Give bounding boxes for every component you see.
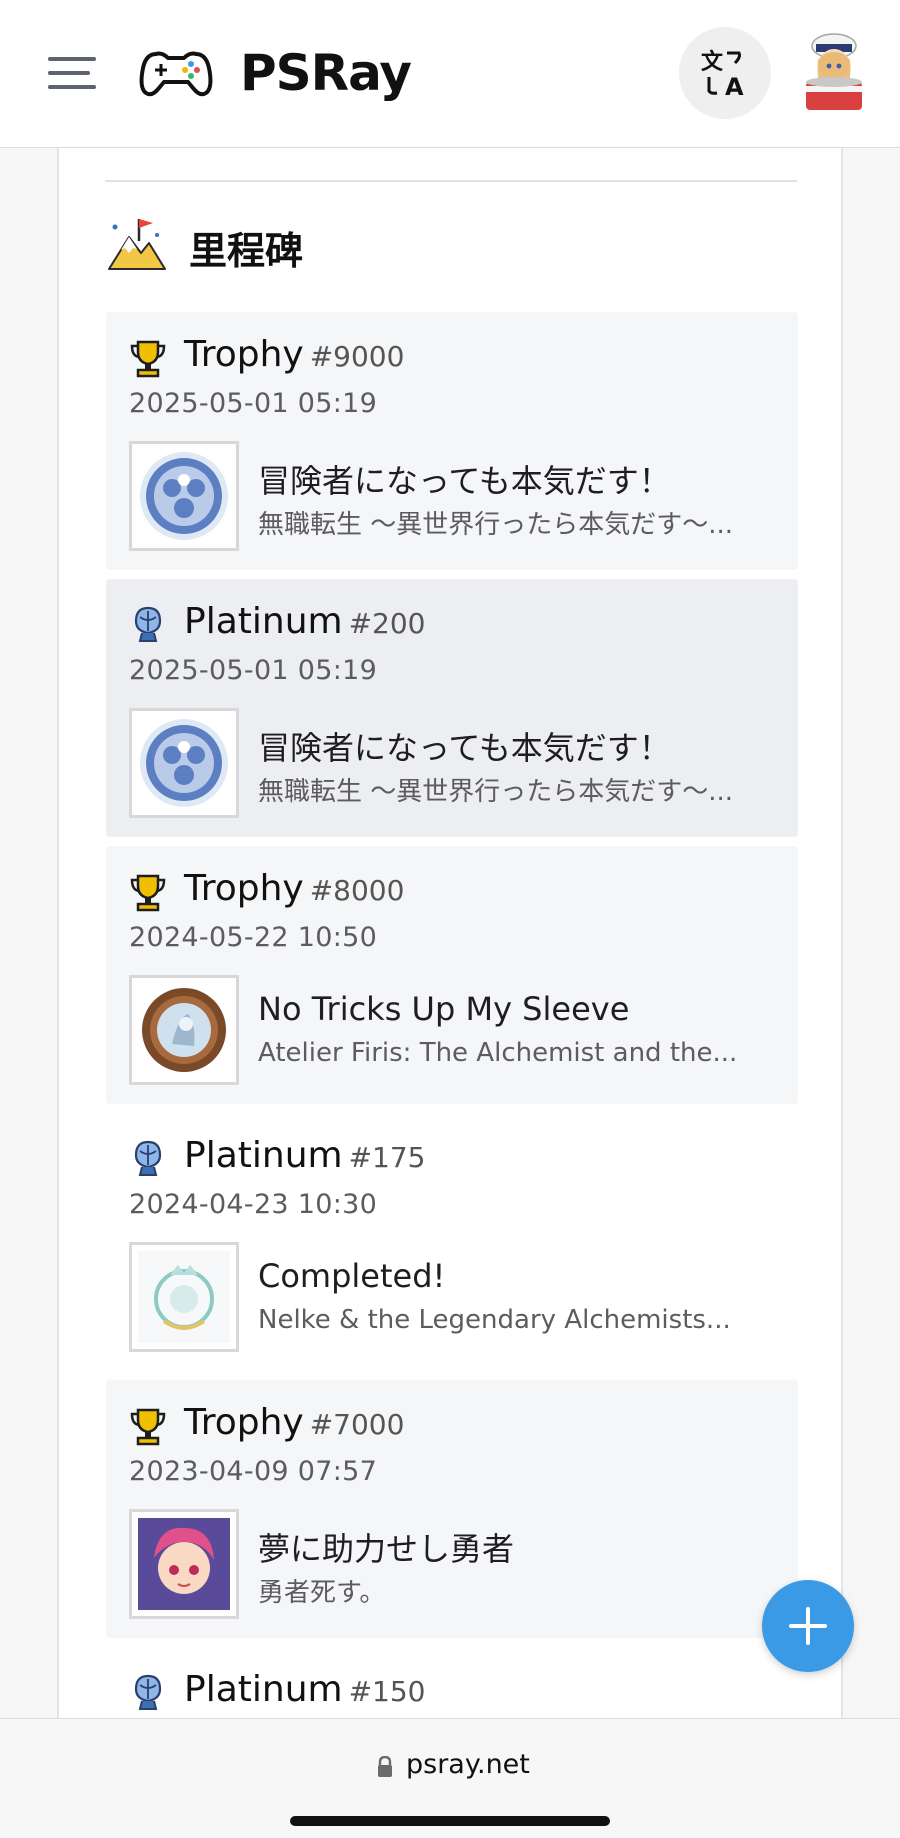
language-button[interactable]: 文 A [679,27,771,119]
gold-trophy-icon [130,340,166,378]
milestone-type: Platinum [184,1669,343,1710]
milestone-item[interactable]: Platinum #175 2024-04-23 10:30 Completed!… [106,1113,798,1371]
trophy-name: No Tricks Up My Sleeve [258,990,630,1028]
trophy-thumbnail[interactable] [129,1509,239,1619]
lock-icon [378,1756,392,1777]
milestone-date: 2025-05-01 05:19 [129,655,378,686]
milestone-number: #175 [348,1141,426,1174]
game-title: Nelke & the Legendary Alchemists... [258,1305,731,1335]
milestone-number: #8000 [309,874,405,907]
gold-trophy-icon [130,874,166,912]
milestone-item[interactable]: Platinum #200 2025-05-01 05:19 冒険者になっても本気… [106,579,798,837]
svg-text:文: 文 [701,49,724,75]
avatar[interactable] [800,30,868,114]
milestone-number: #7000 [309,1408,405,1441]
home-indicator[interactable] [290,1816,610,1826]
milestone-type: Trophy [184,868,304,909]
svg-text:A: A [725,73,744,99]
milestone-item[interactable]: Trophy #9000 2025-05-01 05:19 冒険者になっても本気だ… [106,312,798,570]
gold-trophy-icon [130,1408,166,1446]
milestone-number: #150 [348,1675,426,1708]
milestone-type: Trophy [184,334,304,375]
mountain-flag-icon [108,219,166,270]
gamepad-icon[interactable] [138,42,214,102]
add-button[interactable] [762,1580,854,1672]
platinum-trophy-icon [134,1674,162,1710]
brand-name[interactable]: PSRay [240,44,412,102]
hamburger-menu-icon[interactable] [48,55,98,91]
url-text[interactable]: psray.net [406,1749,530,1780]
trophy-name: 冒険者になっても本気だす！ [258,462,671,500]
translate-icon: 文 A [701,49,744,99]
milestones-card: 里程碑 Trophy #9000 2025-05-01 05:19 冒険者になって… [57,148,843,1718]
platinum-trophy-icon [134,606,162,642]
trophy-thumbnail[interactable] [129,975,239,1085]
section-title: 里程碑 [189,229,304,273]
top-bar: PSRay 文 A [0,0,900,148]
game-title: Atelier Firis: The Alchemist and the... [258,1038,738,1068]
milestone-item[interactable]: Trophy #7000 2023-04-09 07:57 夢に助力せし勇者 勇者… [106,1380,798,1638]
milestone-date: 2024-04-23 10:30 [129,1189,378,1220]
milestone-item[interactable]: Trophy #8000 2024-05-22 10:50 No Tricks U… [106,846,798,1104]
milestone-item[interactable]: Platinum #150 [106,1647,798,1718]
trophy-thumbnail[interactable] [129,441,239,551]
milestone-type: Trophy [184,1402,304,1443]
game-title: 無職転生 ～異世界行ったら本気だす～... [258,777,734,807]
milestone-date: 2023-04-09 07:57 [129,1456,378,1487]
platinum-trophy-icon [134,1140,162,1176]
browser-url-bar: psray.net [0,1718,900,1838]
trophy-name: Completed! [258,1257,446,1295]
game-title: 無職転生 ～異世界行ったら本気だす～... [258,510,734,540]
divider [105,180,797,182]
milestone-type: Platinum [184,601,343,642]
milestone-date: 2025-05-01 05:19 [129,388,378,419]
trophy-thumbnail[interactable] [129,708,239,818]
game-title: 勇者死す。 [258,1578,386,1608]
milestone-date: 2024-05-22 10:50 [129,922,378,953]
milestone-type: Platinum [184,1135,343,1176]
trophy-name: 夢に助力せし勇者 [258,1530,515,1568]
trophy-thumbnail[interactable] [129,1242,239,1352]
milestone-number: #9000 [309,340,405,373]
milestone-number: #200 [348,607,426,640]
trophy-name: 冒険者になっても本気だす！ [258,729,671,767]
